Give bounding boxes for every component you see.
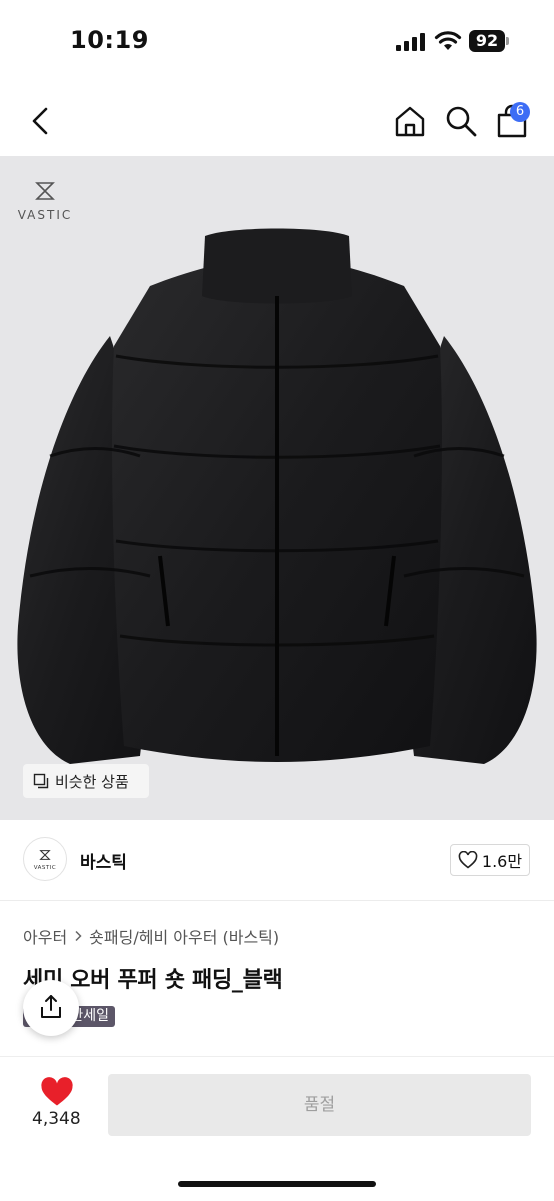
like-count: 4,348 <box>32 1109 81 1129</box>
home-icon[interactable] <box>392 103 428 139</box>
battery-tip <box>506 37 509 45</box>
brand-watermark-text: VASTIC <box>17 208 73 222</box>
store-row: VASTIC 바스틱 1.6만 <box>0 820 554 901</box>
wifi-icon <box>434 31 462 50</box>
breadcrumb-item[interactable]: 숏패딩/헤비 아우터 (바스틱) <box>89 924 279 948</box>
store-like-button[interactable]: 1.6만 <box>450 844 530 876</box>
brand-watermark: VASTIC <box>16 180 74 226</box>
product-image[interactable]: VASTIC 비슷한 상품 <box>0 156 554 820</box>
cart-count-badge: 6 <box>510 102 530 122</box>
cellular-signal-icon <box>396 33 425 51</box>
store-logo-icon <box>39 850 51 860</box>
store-logo[interactable]: VASTIC <box>23 837 67 881</box>
search-icon[interactable] <box>443 103 479 139</box>
soldout-button[interactable]: 품절 <box>108 1074 531 1136</box>
brand-logo-icon <box>35 182 55 200</box>
jacket-image <box>17 228 537 764</box>
status-time: 10:19 <box>70 26 149 54</box>
home-indicator <box>178 1181 376 1187</box>
breadcrumb-item[interactable]: 아우터 <box>23 924 67 948</box>
status-bar: 10:19 92 <box>0 0 554 80</box>
heart-filled-icon[interactable] <box>40 1077 74 1107</box>
back-chevron-icon[interactable] <box>26 104 54 138</box>
store-like-count: 1.6만 <box>481 852 523 871</box>
bottom-action-bar: 4,348 품절 <box>0 1056 554 1201</box>
heart-outline-icon <box>458 851 478 869</box>
similar-items-icon <box>33 773 49 789</box>
store-logo-text: VASTIC <box>33 865 57 871</box>
battery-indicator: 92 <box>469 30 505 52</box>
breadcrumb: 아우터 숏패딩/헤비 아우터 (바스틱) <box>23 924 279 948</box>
similar-items-label: 비슷한 상품 <box>55 772 129 791</box>
chevron-right-icon <box>75 930 82 942</box>
top-nav-bar <box>0 80 554 156</box>
store-name[interactable]: 바스틱 <box>80 848 127 873</box>
similar-items-button[interactable]: 비슷한 상품 <box>23 764 149 798</box>
share-button[interactable] <box>23 980 79 1036</box>
share-icon <box>41 995 61 1018</box>
